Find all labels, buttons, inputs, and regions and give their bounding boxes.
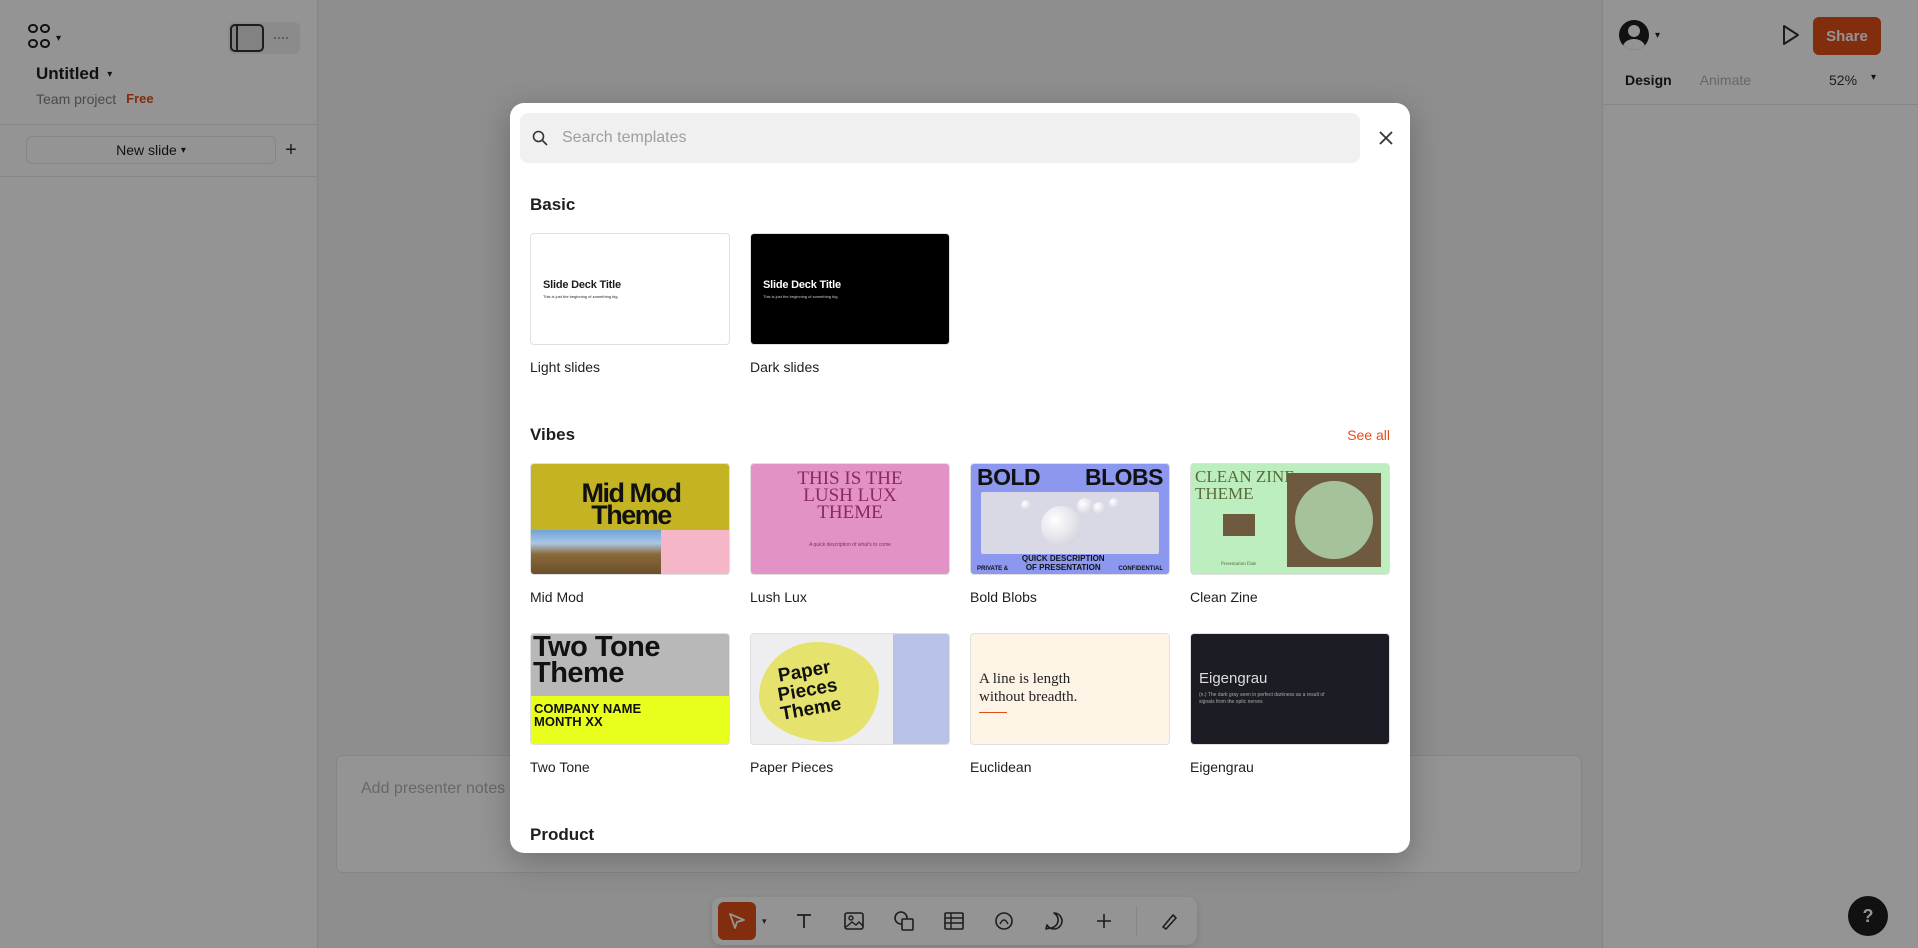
thumb-photo [981, 492, 1159, 554]
template-thumbnail: CLEAN ZINE THEME Presentation Date [1190, 463, 1390, 575]
thumb-title: Slide Deck Title [543, 279, 621, 291]
thumb-subtitle: A quick description of what's to come [809, 542, 891, 548]
template-label: Bold Blobs [970, 589, 1037, 605]
template-thumbnail: Eigengrau (n.) The dark gray seen in per… [1190, 633, 1390, 745]
blob-shape [1093, 502, 1105, 514]
template-thumbnail: Paper Pieces Theme [750, 633, 950, 745]
thumb-line: THEME [817, 502, 883, 523]
thumb-line: OF PRESENTATION [1025, 563, 1101, 572]
thumb-subtitle: (n.) The dark gray seen in perfect darkn… [1199, 692, 1325, 705]
thumb-line: MONTH XX [534, 714, 603, 729]
thumb-word: BOLD [977, 464, 1041, 490]
thumb-line: CLEAN ZINE [1195, 467, 1295, 486]
template-label: Lush Lux [750, 589, 807, 605]
thumb-line: Theme [591, 500, 672, 530]
thumb-title: CLEAN ZINE THEME [1195, 468, 1295, 502]
blob-shape [1109, 498, 1119, 508]
blob-shape [1077, 498, 1093, 514]
template-thumbnail: BOLD BLOBS PRIVATE & QUICK DESCRIPTION O… [970, 463, 1170, 575]
section-title-basic: Basic [530, 195, 576, 214]
template-card-dark-slides[interactable]: Slide Deck Title This is just the beginn… [750, 233, 950, 375]
template-label: Euclidean [970, 759, 1032, 775]
search-input[interactable] [562, 129, 1322, 147]
template-card-bold-blobs[interactable]: BOLD BLOBS PRIVATE & QUICK DESCRIPTION O… [970, 463, 1170, 605]
blob-shape [1021, 500, 1031, 510]
thumb-shape [893, 634, 949, 744]
thumb-foot-right: CONFIDENTIAL [1118, 566, 1163, 572]
thumb-title: Two Tone Theme [533, 634, 661, 689]
thumb-footer: PRIVATE & QUICK DESCRIPTION OF PRESENTAT… [977, 554, 1163, 572]
thumb-title: Mid Mod Theme [545, 480, 717, 530]
close-icon [1379, 131, 1393, 145]
thumb-subtitle: Presentation Date [1221, 562, 1257, 567]
template-thumbnail: Mid Mod Theme [530, 463, 730, 575]
template-label: Paper Pieces [750, 759, 834, 775]
template-card-paper-pieces[interactable]: Paper Pieces Theme Paper Pieces [750, 633, 950, 775]
template-thumbnail: A line is length without breadth. [970, 633, 1170, 745]
template-label: Two Tone [530, 759, 590, 775]
template-card-two-tone[interactable]: Two Tone Theme COMPANY NAME MONTH XX Two… [530, 633, 730, 775]
section-title-vibes: Vibes [530, 425, 576, 444]
template-card-euclidean[interactable]: A line is length without breadth. Euclid… [970, 633, 1170, 775]
template-label: Dark slides [750, 359, 820, 375]
template-card-lush-lux[interactable]: THIS IS THE LUSH LUX THEME A quick descr… [750, 463, 950, 605]
close-button[interactable] [1368, 120, 1404, 156]
template-label: Clean Zine [1190, 589, 1258, 605]
thumb-line: A line is length [979, 671, 1071, 687]
template-thumbnail: THIS IS THE LUSH LUX THEME A quick descr… [750, 463, 950, 575]
thumb-title: A line is length without breadth. [979, 670, 1077, 706]
thumb-accent-block [661, 530, 729, 574]
template-card-light-slides[interactable]: Slide Deck Title This is just the beginn… [530, 233, 730, 375]
thumb-title: BOLD BLOBS [977, 464, 1164, 491]
thumb-title: THIS IS THE LUSH LUX THEME [751, 469, 949, 523]
thumb-line: QUICK DESCRIPTION [1021, 554, 1105, 563]
template-picker-modal: Basic Slide Deck Title This is just the … [510, 103, 1410, 853]
thumb-photo [1223, 514, 1255, 536]
search-icon [532, 130, 548, 146]
template-label: Eigengrau [1190, 759, 1254, 775]
thumb-band: COMPANY NAME MONTH XX [531, 696, 729, 744]
thumb-accent-line [979, 712, 1007, 713]
search-bar [520, 113, 1360, 163]
see-all-link[interactable]: See all [1347, 427, 1390, 443]
template-card-clean-zine[interactable]: CLEAN ZINE THEME Presentation Date Clean… [1190, 463, 1390, 605]
blob-shape [1041, 506, 1081, 546]
template-label: Light slides [530, 359, 601, 375]
template-card-eigengrau[interactable]: Eigengrau (n.) The dark gray seen in per… [1190, 633, 1390, 775]
template-card-mid-mod[interactable]: Mid Mod Theme Mid Mod [530, 463, 730, 605]
thumb-line: THEME [1195, 484, 1254, 503]
thumb-circle [1295, 481, 1373, 559]
thumb-foot-left: PRIVATE & [977, 566, 1009, 572]
thumb-subtitle: This is just the beginning of something … [763, 294, 839, 299]
thumb-line: without breadth. [979, 689, 1078, 705]
thumb-foot-middle: QUICK DESCRIPTION OF PRESENTATION [1022, 554, 1105, 572]
template-thumbnail: Slide Deck Title This is just the beginn… [750, 233, 950, 345]
thumb-photo [531, 530, 663, 574]
template-thumbnail: Slide Deck Title This is just the beginn… [530, 233, 730, 345]
thumb-line: Theme [533, 657, 624, 689]
section-title-product: Product [530, 825, 595, 844]
thumb-title: Eigengrau [1199, 670, 1268, 687]
thumb-title: Paper Pieces Theme [773, 657, 843, 725]
template-thumbnail: Two Tone Theme COMPANY NAME MONTH XX [530, 633, 730, 745]
thumb-photo [1287, 473, 1381, 567]
thumb-subtitle: This is just the beginning of something … [543, 294, 619, 299]
thumb-word: BLOBS [1085, 464, 1164, 490]
thumb-title: Slide Deck Title [763, 279, 841, 291]
template-label: Mid Mod [530, 589, 584, 605]
